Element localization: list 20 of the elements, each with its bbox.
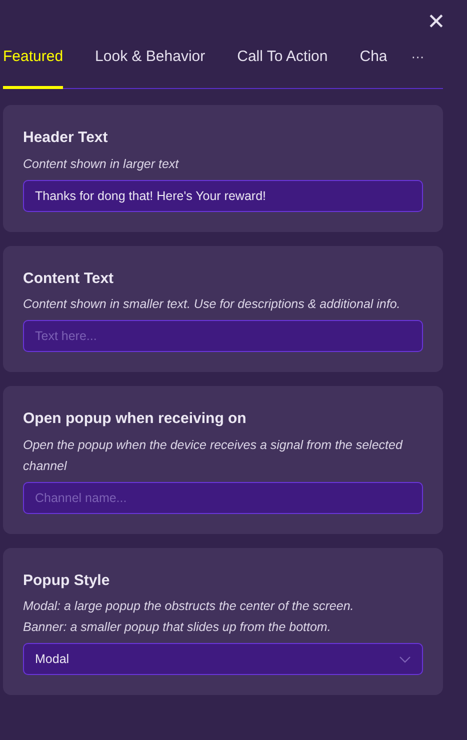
text-field[interactable]: Text here...	[23, 320, 423, 352]
card-description: Content shown in larger text	[23, 156, 180, 173]
card-description: Modal: a large popup the obstructs the center of the screen.	[23, 598, 355, 615]
more-tabs-button[interactable]: ···	[411, 46, 424, 88]
card-title: Header Text	[23, 128, 109, 148]
card-title: Content Text	[23, 268, 115, 288]
text-field[interactable]: Thanks for dong that! Here's Your reward!	[23, 180, 423, 212]
close-button[interactable]: ✕	[427, 10, 445, 34]
chevron-down-icon	[399, 656, 411, 662]
tab[interactable]: Call To Action	[237, 46, 328, 89]
card-title: Popup Style	[23, 570, 111, 590]
dropdown[interactable]: Modal	[23, 643, 423, 675]
card-description: Banner: a smaller popup that slides up from the bottom.	[23, 619, 332, 636]
tab[interactable]: Featured	[3, 46, 64, 89]
card-title: Open popup when receiving on	[23, 409, 248, 429]
card-description: Open the popup when the device receives a signal from the selected channel	[23, 436, 404, 474]
card-description: Content shown in smaller text. Use for descriptions & additional info.	[23, 296, 402, 313]
tab[interactable]: Cha	[360, 46, 388, 89]
text-field[interactable]: Channel name...	[23, 482, 423, 514]
tab[interactable]: Look & Behavior	[95, 46, 206, 89]
